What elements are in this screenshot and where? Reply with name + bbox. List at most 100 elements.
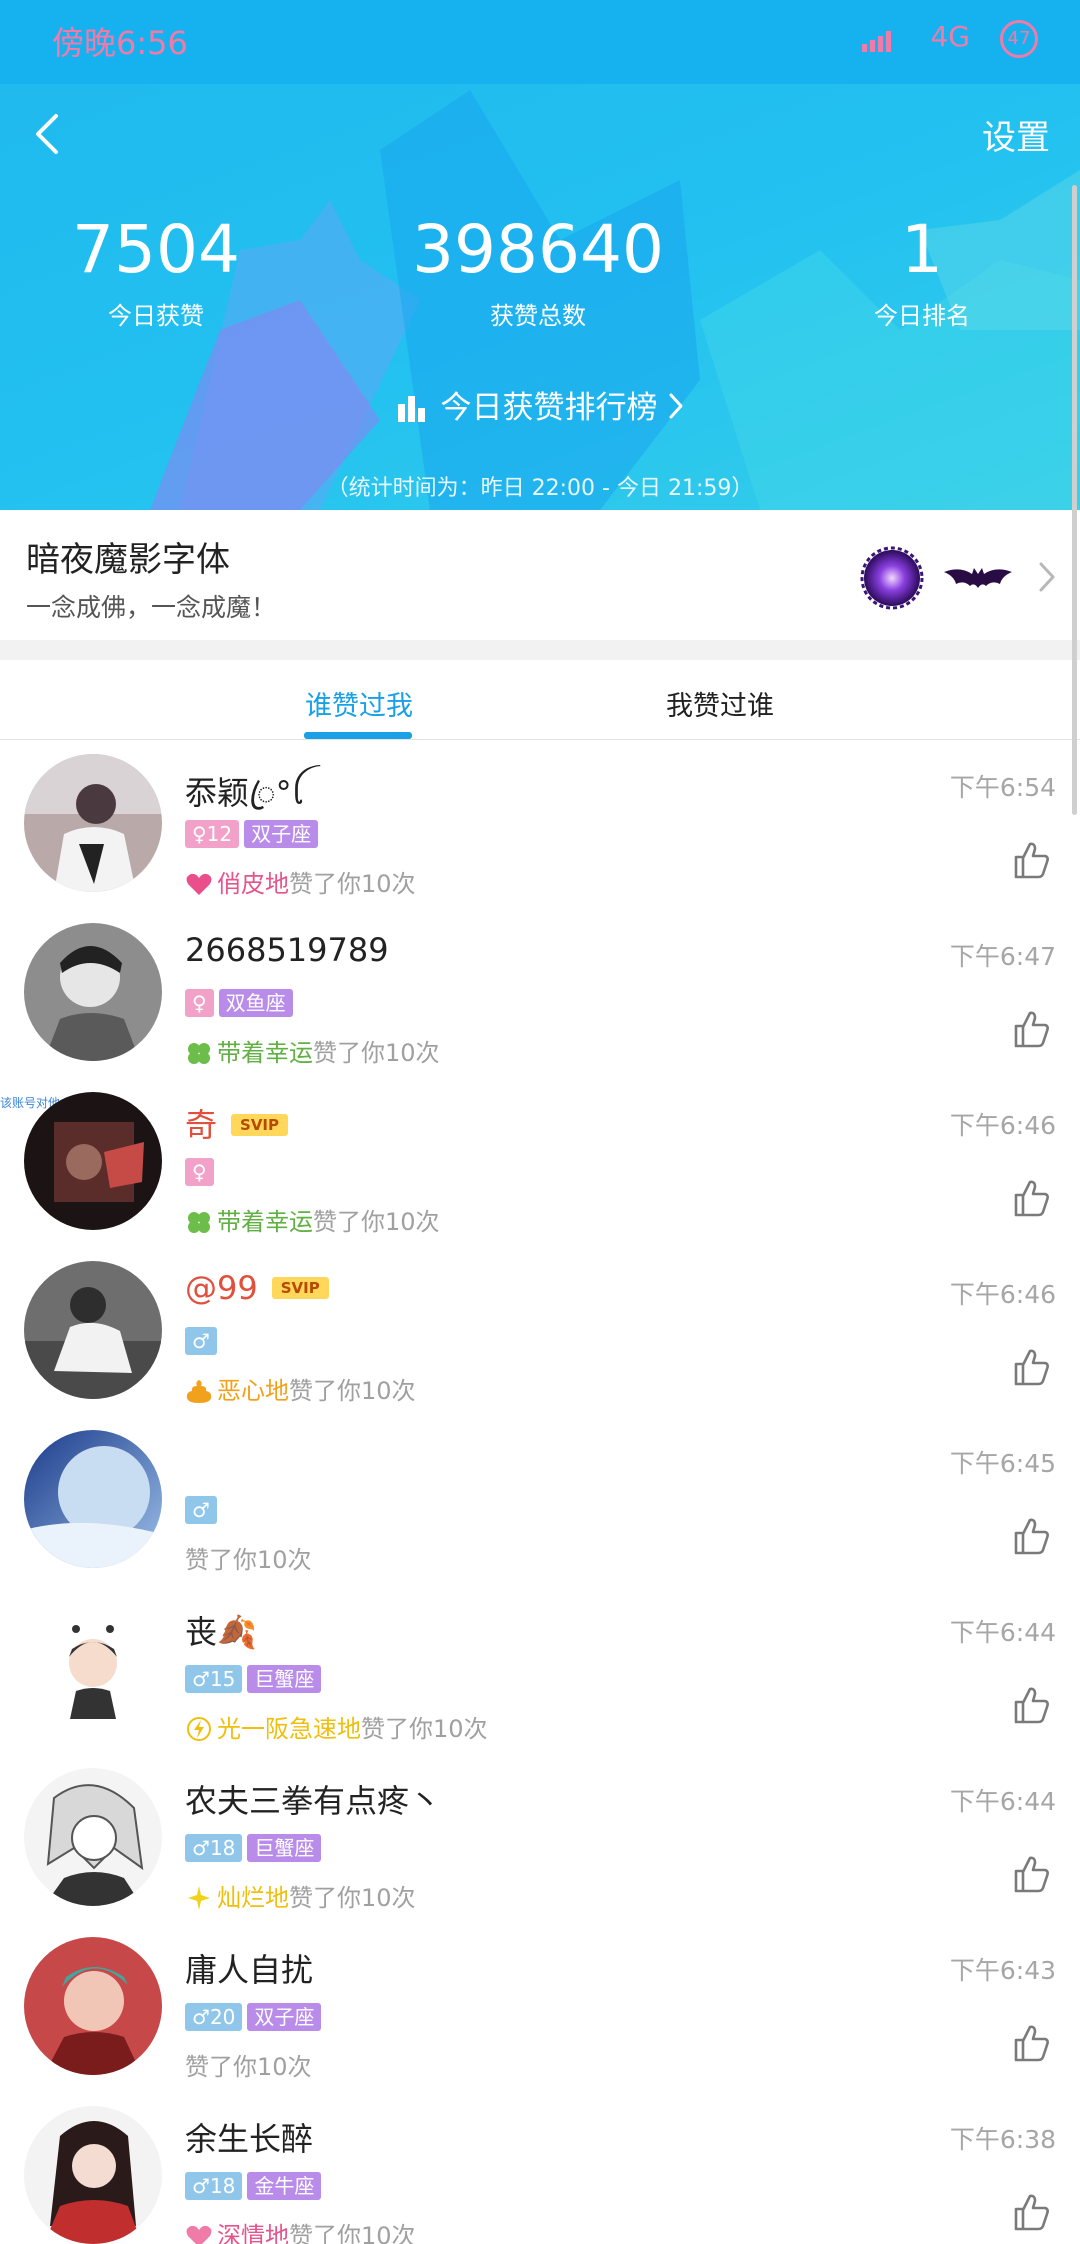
page: 傍晚6:56 4G 47 设置 7504 今日获赞 398640 获赞总数 1 … — [0, 0, 1080, 2244]
like-count-text: 赞了你10次 — [361, 1715, 488, 1743]
user-tags: ♂18 巨蟹座 — [185, 1834, 326, 1862]
list-item[interactable]: @99 SVIP ♂ 恶心地赞了你10次 下午6:46 — [0, 1247, 1080, 1416]
like-description: 带着幸运赞了你10次 — [185, 1202, 440, 1237]
user-tags: ♂18 金牛座 — [185, 2172, 326, 2200]
bar-chart-icon — [397, 396, 425, 422]
thumbs-up-icon[interactable] — [1012, 1009, 1050, 1049]
gender-tag: ♀ — [185, 1158, 214, 1186]
nickname: 丧🍂 — [185, 1613, 257, 1651]
thumbs-up-icon[interactable] — [1012, 840, 1050, 880]
like-time: 下午6:44 — [949, 1618, 1056, 1647]
back-icon[interactable] — [28, 110, 68, 158]
bat-icon — [944, 568, 1012, 588]
network-type: 4G — [930, 20, 970, 53]
ranking-link[interactable]: 今日获赞排行榜 — [0, 382, 1080, 427]
avatar[interactable] — [24, 1430, 162, 1568]
nickname: 余生长醉 — [185, 2120, 314, 2158]
thumbs-up-icon[interactable] — [1012, 2023, 1050, 2063]
status-time: 傍晚6:56 — [52, 24, 188, 62]
list-item[interactable]: 丧🍂 ♂15 巨蟹座 光一阪急速地赞了你10次 下午6:44 — [0, 1585, 1080, 1754]
like-count-text: 赞了你10次 — [313, 1208, 440, 1236]
battery-indicator: 47 — [1000, 20, 1038, 58]
magic-orb-icon — [860, 546, 924, 610]
nickname-text: 奇 — [185, 1106, 218, 1144]
settings-button[interactable]: 设置 — [982, 110, 1050, 159]
heart-icon — [186, 2225, 212, 2244]
like-time: 下午6:38 — [949, 2125, 1056, 2154]
age: 12 — [206, 822, 233, 846]
stat-label: 今日排名 — [874, 302, 970, 330]
like-effect: 深情地 — [217, 2222, 289, 2244]
avatar[interactable] — [24, 1937, 162, 2075]
stat-period: （统计时间为：昨日 22:00 - 今日 21:59） — [326, 476, 754, 501]
like-effect: 俏皮地 — [217, 870, 289, 898]
thumbs-up-icon[interactable] — [1012, 1854, 1050, 1894]
like-description: 深情地赞了你10次 — [185, 2216, 416, 2244]
thumbs-up-icon[interactable] — [1012, 1178, 1050, 1218]
sparkle-icon — [188, 1886, 210, 1910]
like-count-text: 赞了你10次 — [289, 870, 416, 898]
like-description: 恶心地赞了你10次 — [185, 1371, 416, 1406]
nickname: 庸人自扰 — [185, 1951, 314, 1989]
scrollbar[interactable] — [1072, 185, 1077, 815]
tab-bar: 谁赞过我 我赞过谁 — [0, 660, 1080, 740]
avatar[interactable] — [24, 1092, 162, 1230]
list-item[interactable]: 该账号对他 奇 SVIP ♀ 带着幸运赞了你10次 下午6:46 — [0, 1078, 1080, 1247]
svip-badge: SVIP — [271, 1277, 329, 1299]
avatar[interactable] — [24, 754, 162, 892]
clover-icon — [188, 1043, 210, 1064]
gender-age-tag: ♂20 — [185, 2003, 243, 2031]
avatar[interactable] — [24, 1599, 162, 1737]
like-count-text: 赞了你10次 — [185, 1546, 312, 1574]
svip-badge: SVIP — [231, 1114, 289, 1136]
gender-tag: ♂ — [185, 1327, 217, 1355]
like-time: 下午6:43 — [949, 1956, 1056, 1985]
stat-today-rank: 1 今日排名 — [822, 210, 1022, 331]
list-item[interactable]: 忝颖ꦿ°ꪶ ♀12 双子座 俏皮地赞了你10次 下午6:54 — [0, 740, 1080, 909]
user-tags: ♀ — [185, 1158, 219, 1186]
zodiac-tag: 金牛座 — [247, 2172, 322, 2200]
like-effect: 恶心地 — [217, 1377, 289, 1405]
list-item[interactable]: 农夫三拳有点疼丶 ♂18 巨蟹座 灿烂地赞了你10次 下午6:44 — [0, 1754, 1080, 1923]
avatar[interactable] — [24, 1768, 162, 1906]
stat-total-likes: 398640 获赞总数 — [388, 210, 688, 331]
thumbs-up-icon[interactable] — [1012, 1516, 1050, 1556]
thumbs-up-icon[interactable] — [1012, 1685, 1050, 1725]
like-description: 赞了你10次 — [185, 1540, 312, 1575]
poop-icon — [186, 1380, 212, 1403]
age: 18 — [209, 2174, 236, 2198]
stat-value: 7504 — [72, 211, 240, 288]
list-item[interactable]: 2668519789 ♀ 双鱼座 带着幸运赞了你10次 下午6:47 — [0, 909, 1080, 1078]
like-description: 俏皮地赞了你10次 — [185, 864, 416, 899]
zodiac-tag: 巨蟹座 — [247, 1834, 322, 1862]
gender-age-tag: ♂15 — [185, 1665, 243, 1693]
avatar[interactable] — [24, 923, 162, 1061]
nickname: @99 SVIP — [185, 1269, 329, 1307]
like-description: 光一阪急速地赞了你10次 — [185, 1709, 488, 1744]
like-time: 下午6:44 — [949, 1787, 1056, 1816]
list-item[interactable]: 余生长醉 ♂18 金牛座 深情地赞了你10次 下午6:38 — [0, 2092, 1080, 2244]
ranking-link-label: 今日获赞排行榜 — [440, 390, 658, 426]
thumbs-up-icon[interactable] — [1012, 1347, 1050, 1387]
gender-symbol: ♂ — [192, 1667, 210, 1691]
font-banner[interactable]: 暗夜魔影字体 一念成佛，一念成魔！ — [0, 510, 1080, 640]
thumbs-up-icon[interactable] — [1012, 2192, 1050, 2232]
user-tags: ♂ — [185, 1496, 222, 1524]
active-tab-indicator — [304, 732, 412, 739]
like-count-text: 赞了你10次 — [185, 2053, 312, 2081]
tab-who-liked-me[interactable]: 谁赞过我 — [305, 684, 413, 723]
list-item[interactable]: ♂ 赞了你10次 下午6:45 — [0, 1416, 1080, 1585]
user-tags: ♂20 双子座 — [185, 2003, 326, 2031]
like-description: 灿烂地赞了你10次 — [185, 1878, 416, 1913]
age: 18 — [209, 1836, 236, 1860]
chevron-right-icon — [669, 393, 682, 419]
header: 傍晚6:56 4G 47 设置 7504 今日获赞 398640 获赞总数 1 … — [0, 0, 1080, 510]
avatar[interactable] — [24, 1261, 162, 1399]
zodiac-tag: 双子座 — [244, 820, 319, 848]
gender-symbol: ♀ — [192, 822, 207, 846]
list-item[interactable]: 庸人自扰 ♂20 双子座 赞了你10次 下午6:43 — [0, 1923, 1080, 2092]
like-count-text: 赞了你10次 — [289, 2222, 416, 2244]
user-tags: ♂ — [185, 1327, 222, 1355]
avatar[interactable] — [24, 2106, 162, 2244]
tab-who-i-liked[interactable]: 我赞过谁 — [666, 684, 774, 723]
